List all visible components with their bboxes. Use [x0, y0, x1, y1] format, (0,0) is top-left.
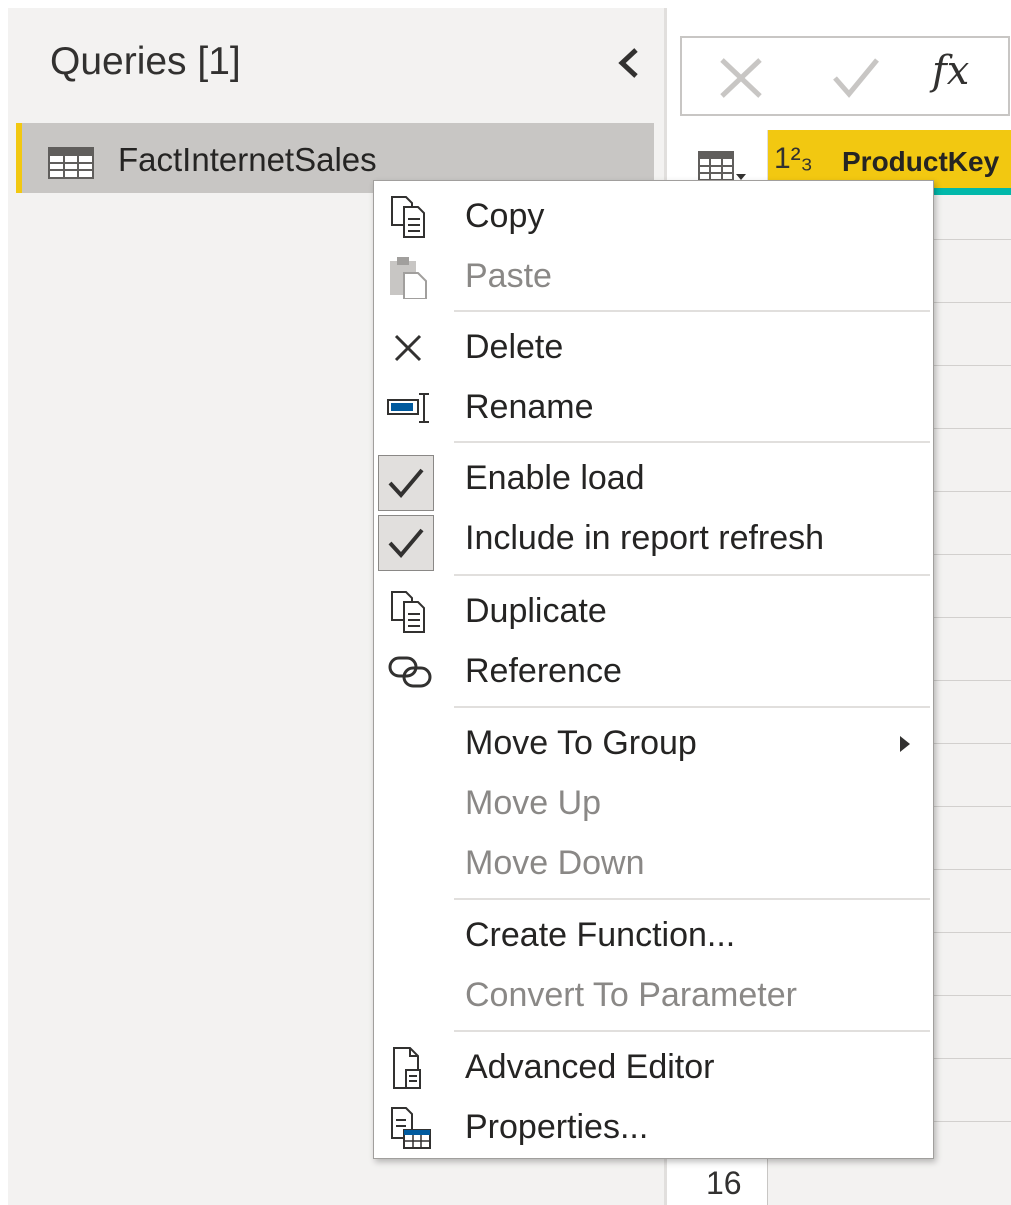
properties-icon: [391, 1107, 431, 1149]
fx-button[interactable]: fx: [932, 48, 990, 104]
menu-item-label: Convert To Parameter: [465, 976, 797, 1014]
menu-item-label: Advanced Editor: [465, 1048, 715, 1086]
menu-item-move-down[interactable]: Move Down: [374, 834, 933, 894]
menu-item-enable-load[interactable]: Enable load: [374, 449, 933, 511]
close-icon[interactable]: [712, 50, 770, 106]
menu-item-delete[interactable]: Delete: [374, 318, 933, 378]
table-icon: [48, 147, 94, 179]
paste-icon: [390, 257, 427, 299]
menu-separator: [454, 574, 930, 576]
menu-item-label: Create Function...: [465, 916, 736, 954]
menu-item-label: Delete: [465, 328, 564, 366]
menu-separator: [454, 1030, 930, 1032]
query-context-menu: Copy Paste Delete Rename Enable load Inc…: [373, 180, 934, 1159]
menu-item-rename[interactable]: Rename: [374, 378, 933, 438]
menu-item-include-in-report-refresh[interactable]: Include in report refresh: [374, 509, 933, 571]
menu-item-label: Copy: [465, 197, 545, 235]
menu-item-label: Move Up: [465, 784, 602, 822]
column-type-indicator[interactable]: 1²₃: [774, 142, 813, 176]
menu-item-label: Include in report refresh: [465, 519, 825, 557]
menu-item-paste[interactable]: Paste: [374, 247, 933, 307]
menu-item-label: Rename: [465, 388, 594, 426]
copy-icon: [391, 196, 425, 238]
duplicate-icon: [391, 591, 425, 633]
advanced-editor-icon: [393, 1047, 421, 1089]
row-number: 16: [706, 1165, 742, 1201]
menu-item-label: Paste: [465, 257, 552, 295]
menu-item-label: Enable load: [465, 459, 645, 497]
menu-item-label: Reference: [465, 652, 622, 690]
delete-x-icon: [394, 334, 422, 362]
checkbox-checked-icon: [378, 455, 434, 511]
menu-separator: [454, 898, 930, 900]
checkmark-icon[interactable]: [827, 50, 885, 106]
menu-item-advanced-editor[interactable]: Advanced Editor: [374, 1038, 933, 1098]
formula-bar: fx: [680, 36, 1010, 116]
menu-item-convert-to-parameter[interactable]: Convert To Parameter: [374, 966, 933, 1026]
rename-icon: [387, 393, 429, 423]
menu-item-move-up[interactable]: Move Up: [374, 774, 933, 834]
table-dropdown-icon: [698, 151, 746, 181]
menu-item-copy[interactable]: Copy: [374, 187, 933, 247]
menu-separator: [454, 441, 930, 443]
checkbox-checked-icon: [378, 515, 434, 571]
queries-pane-title: Queries [1]: [50, 40, 241, 83]
menu-separator: [454, 706, 930, 708]
column-header-label: ProductKey: [842, 146, 1000, 177]
menu-separator: [454, 310, 930, 312]
menu-item-properties[interactable]: Properties...: [374, 1098, 933, 1158]
query-item-label: FactInternetSales: [118, 141, 377, 178]
menu-item-reference[interactable]: Reference: [374, 642, 933, 702]
menu-item-label: Duplicate: [465, 592, 607, 630]
menu-item-create-function[interactable]: Create Function...: [374, 906, 933, 966]
menu-item-duplicate[interactable]: Duplicate: [374, 582, 933, 642]
chevron-left-icon[interactable]: [612, 42, 646, 84]
menu-item-label: Properties...: [465, 1108, 649, 1146]
menu-item-label: Move Down: [465, 844, 645, 882]
menu-item-label: Move To Group: [465, 724, 697, 762]
link-icon: [388, 656, 432, 688]
menu-item-move-to-group[interactable]: Move To Group: [374, 714, 933, 774]
submenu-arrow-icon: [900, 736, 910, 752]
